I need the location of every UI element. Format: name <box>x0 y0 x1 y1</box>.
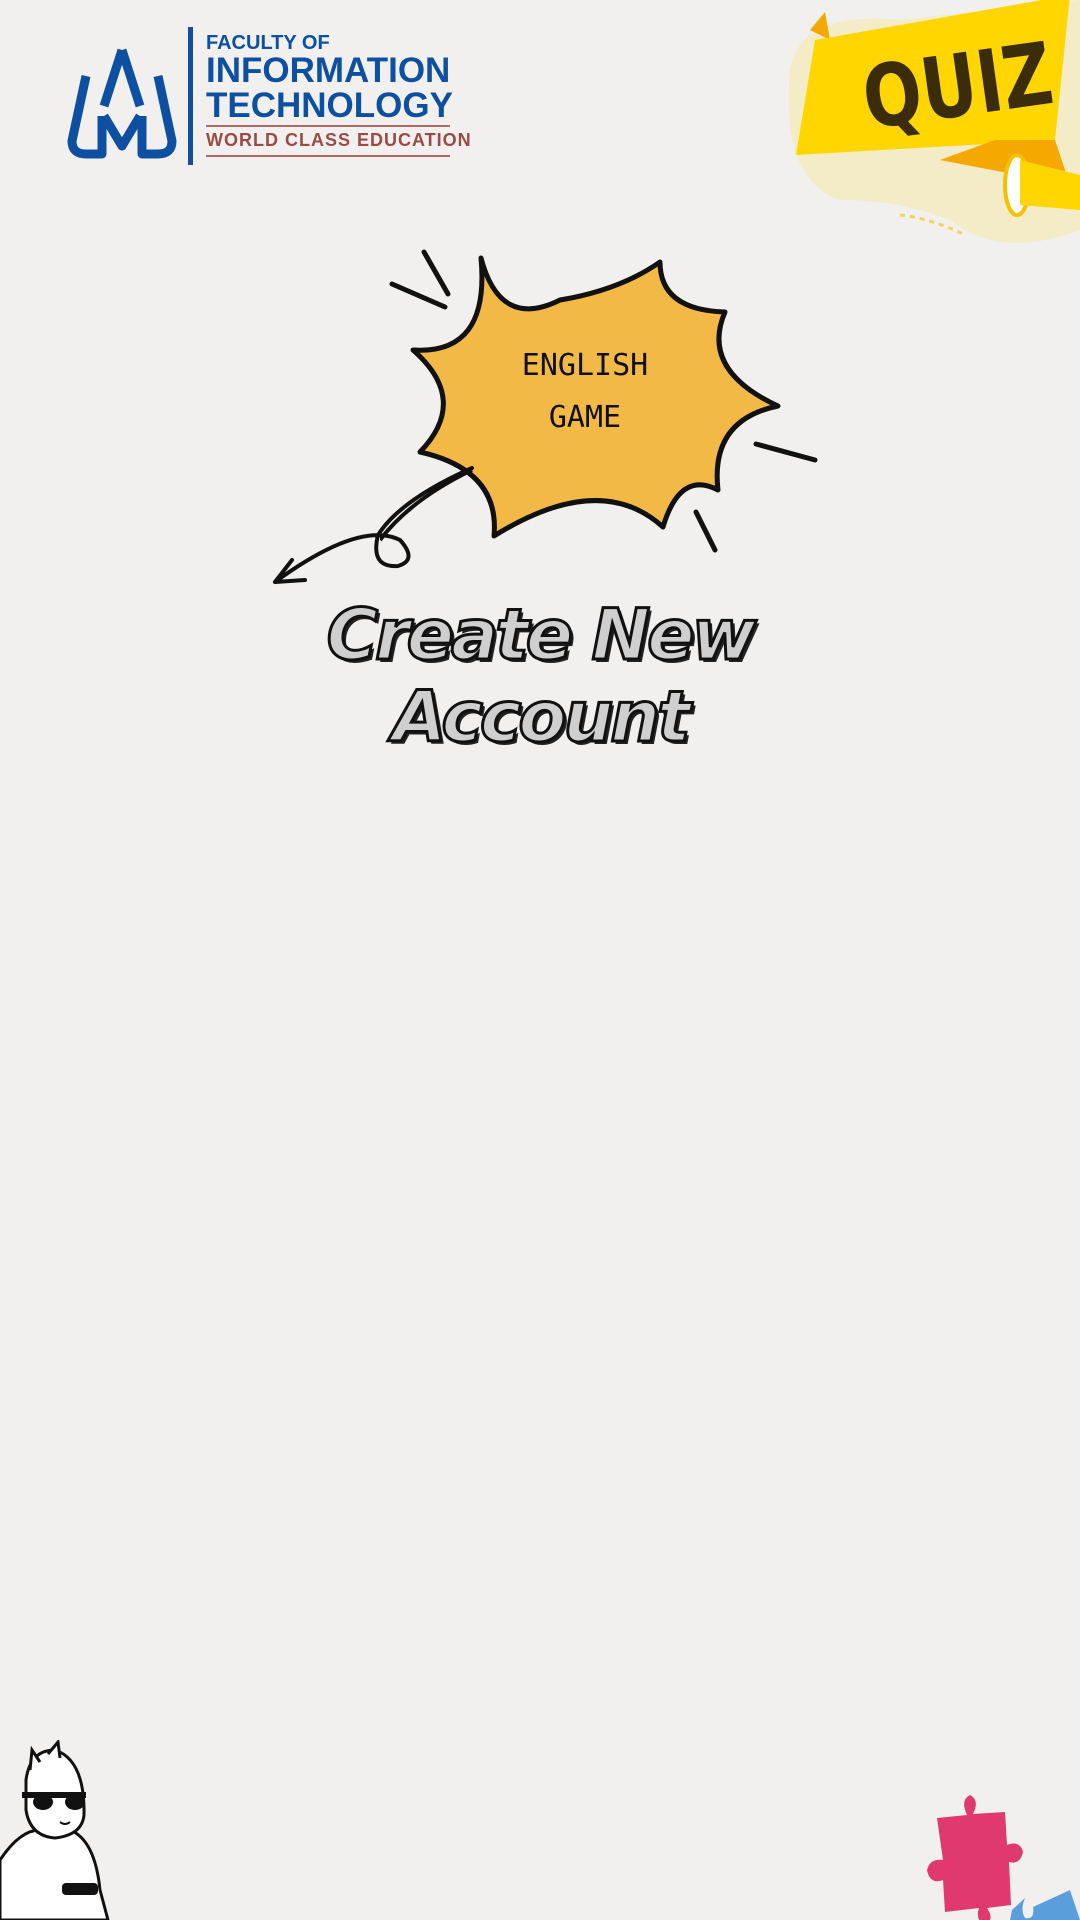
gamer-kid-illustration-icon <box>0 1740 110 1920</box>
logo-tagline: WORLD CLASS EDUCATION <box>206 130 472 150</box>
faculty-logo-icon <box>67 48 177 159</box>
logo-divider <box>188 27 193 165</box>
burst-text-english: ENGLISH <box>521 348 649 383</box>
page-title: Create New Account <box>325 593 758 760</box>
burst-text-game: GAME <box>548 400 622 435</box>
logo-information: INFORMATION <box>206 51 451 90</box>
logo-rule <box>206 155 450 157</box>
puzzle-pieces-icon <box>927 1795 1080 1920</box>
logo-technology: TECHNOLOGY <box>206 86 453 125</box>
quiz-label: QUIZ <box>856 24 1059 150</box>
logo-rule <box>206 125 450 127</box>
curly-arrow-icon <box>273 466 474 584</box>
